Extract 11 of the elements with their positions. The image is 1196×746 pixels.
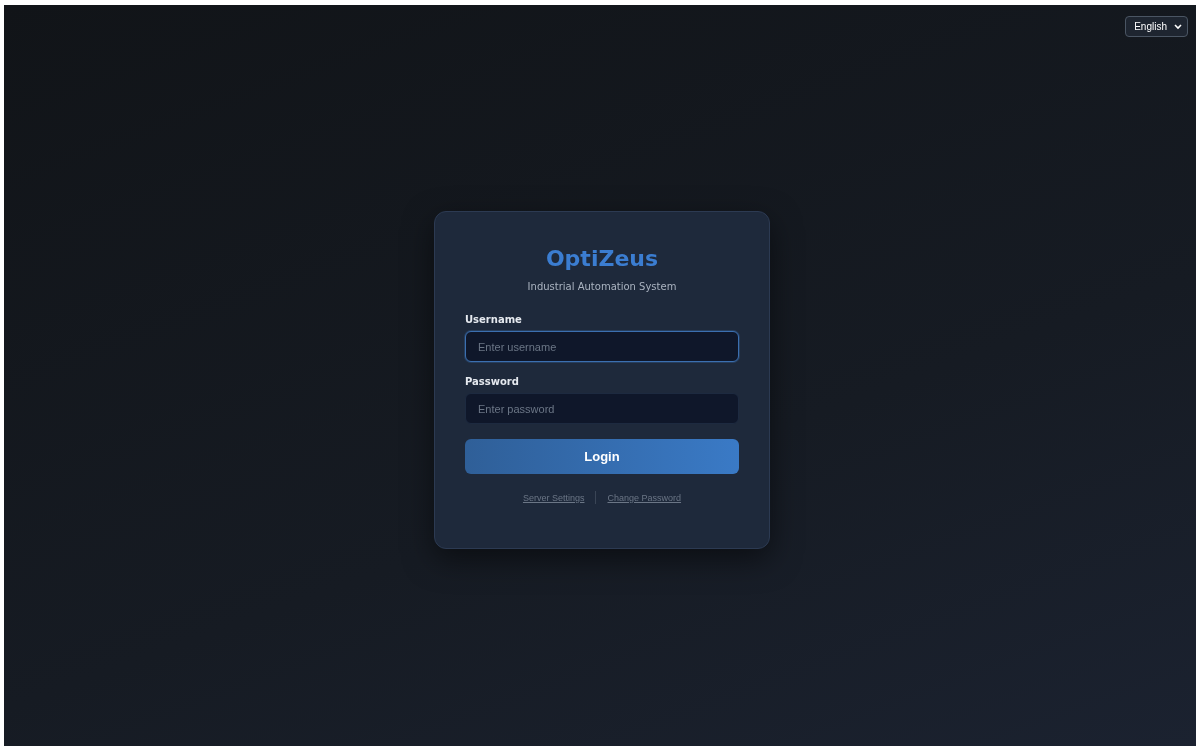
app-subtitle: Industrial Automation System	[526, 281, 678, 292]
text-link[interactable]: Change Password	[607, 492, 682, 503]
input-field[interactable]: Enter password	[465, 393, 739, 424]
language-select[interactable]: English	[1125, 16, 1188, 37]
field-label: Username	[465, 314, 523, 325]
chevron-icon	[1174, 23, 1182, 30]
login-button[interactable]: Login	[465, 439, 739, 474]
app-title: OptiZeus	[544, 245, 660, 273]
field-label: Password	[465, 376, 520, 387]
text-link[interactable]: Server Settings	[522, 492, 585, 503]
input-field[interactable]: Enter username	[465, 331, 739, 362]
